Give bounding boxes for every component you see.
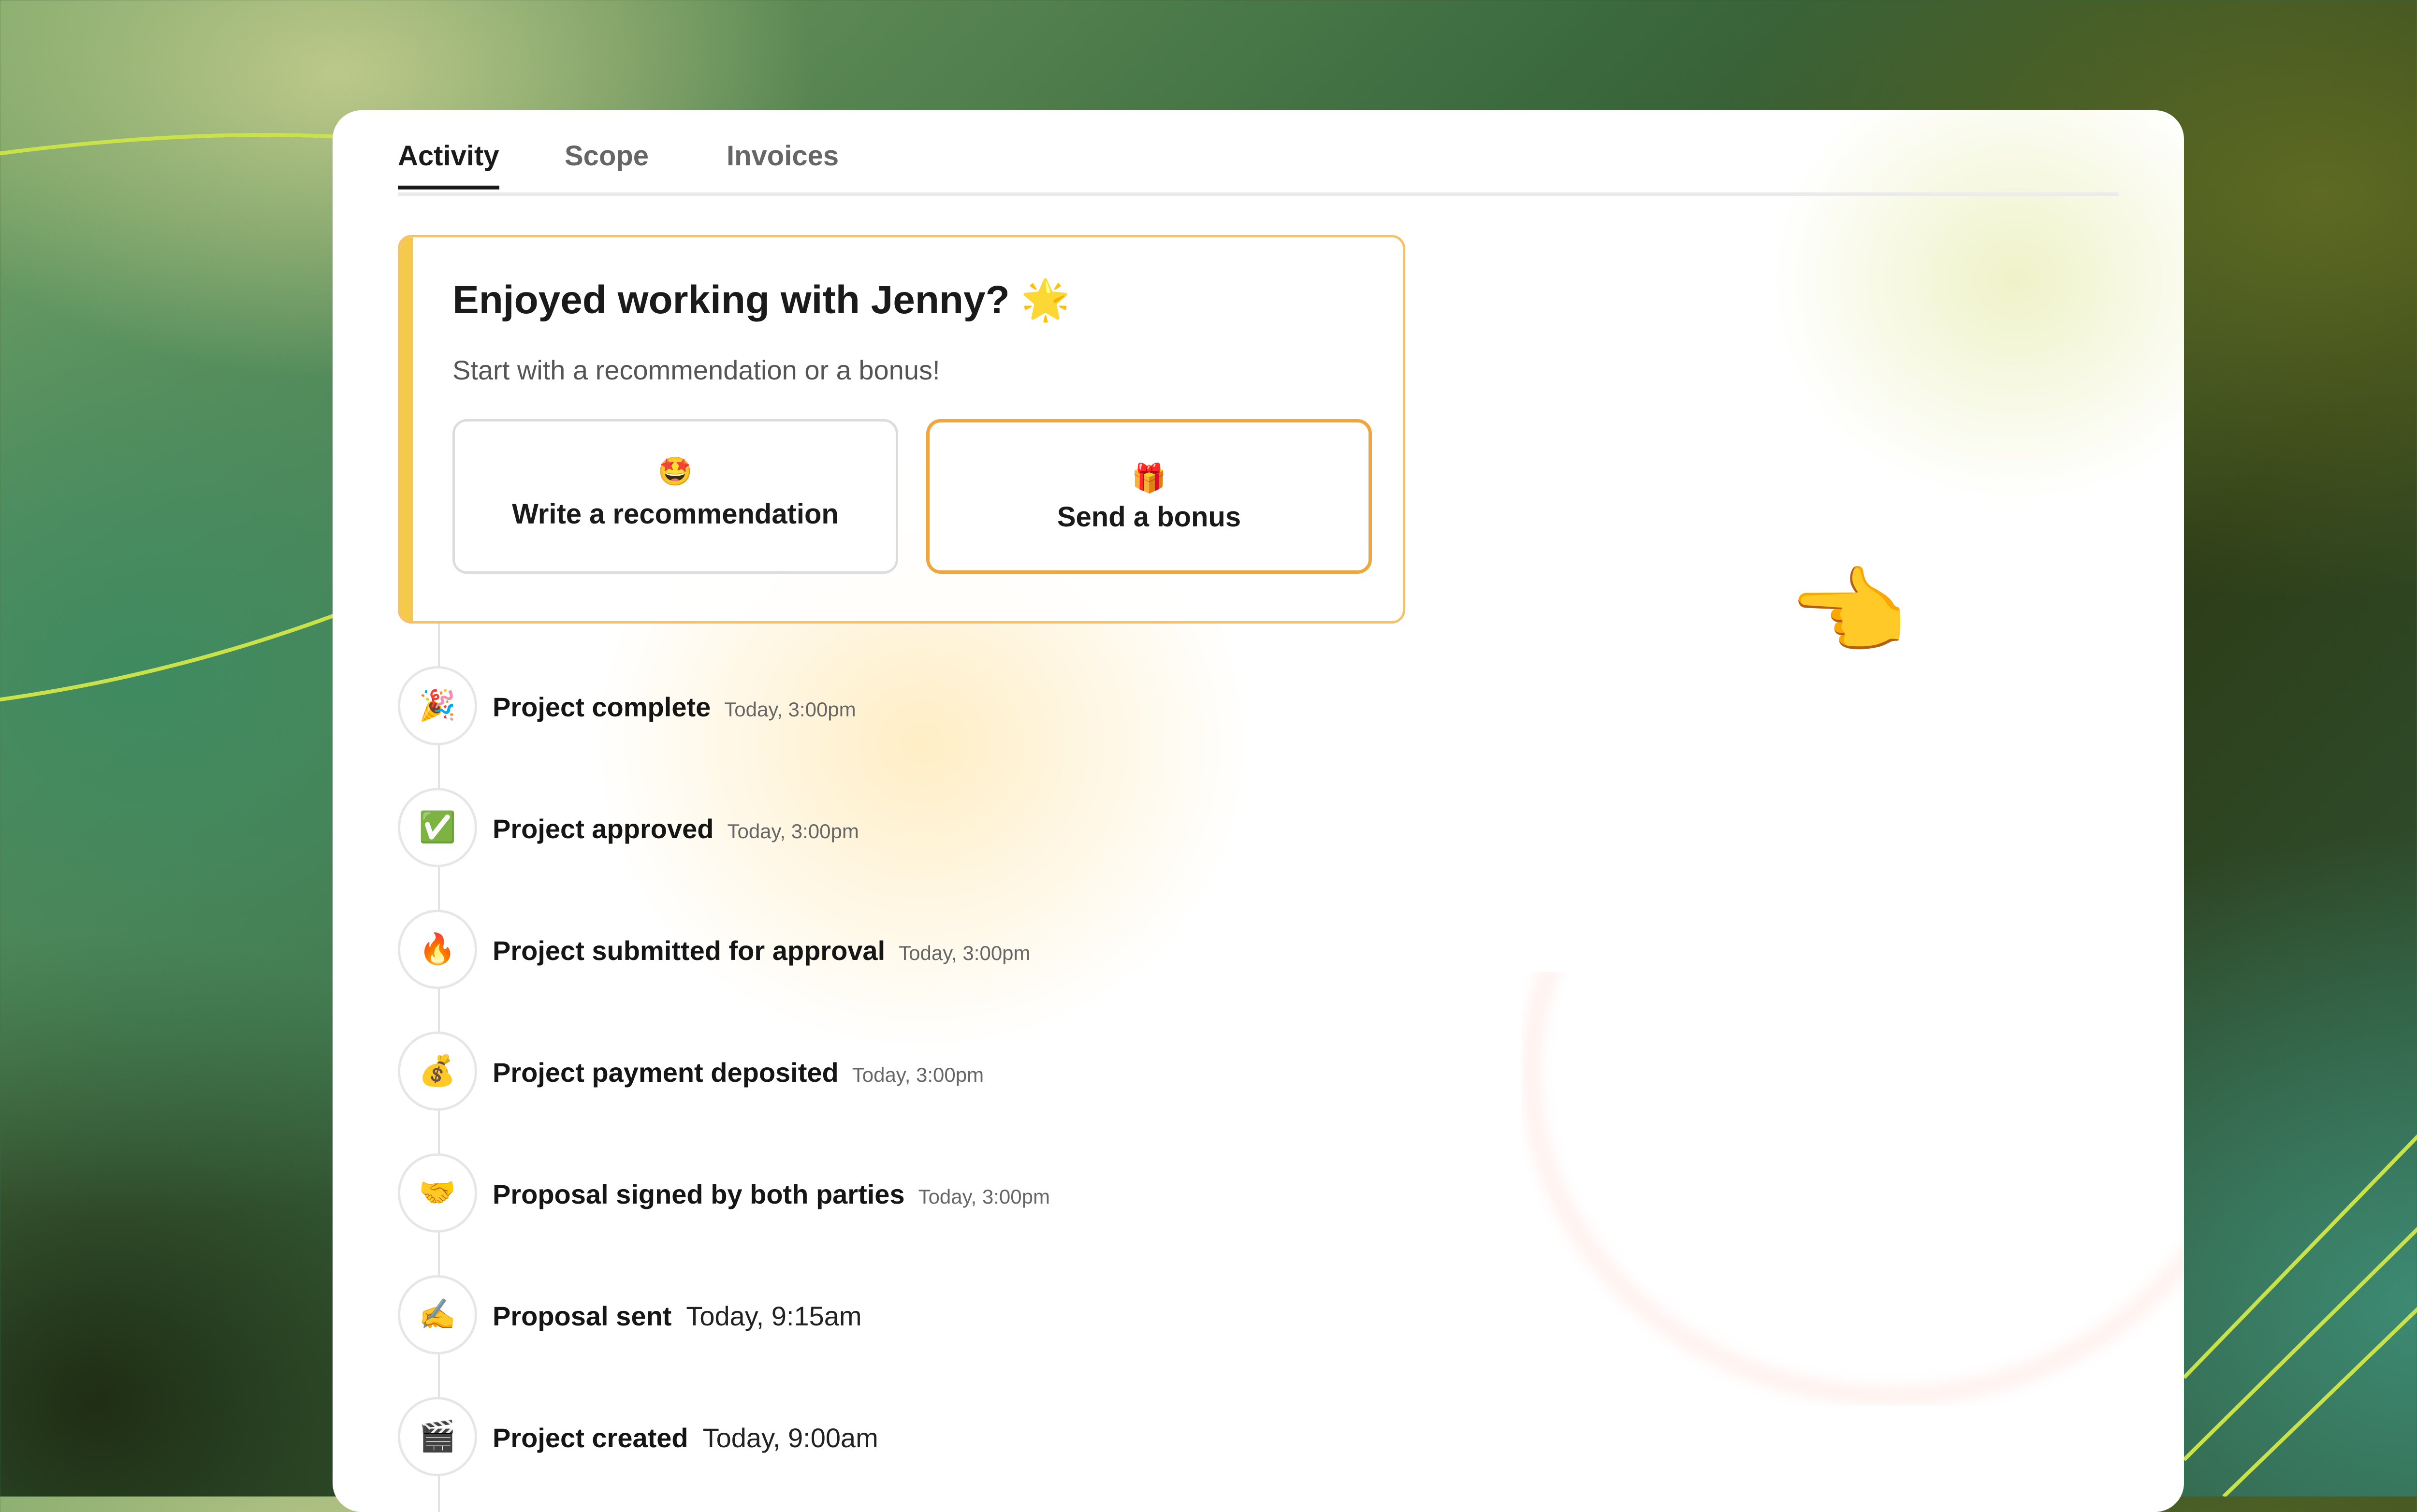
gift-icon: 🎁 — [1131, 463, 1167, 494]
glowing-star-icon: 🌟 — [1020, 278, 1070, 322]
timeline-item: 🤝 Proposal signed by both parties Today, … — [398, 1153, 1558, 1236]
timeline-item: 💰 Project payment deposited Today, 3:00pm — [398, 1032, 1558, 1114]
timeline-time: Today, 3:00pm — [852, 1063, 984, 1086]
timeline-title: Project created — [493, 1423, 688, 1453]
timeline-item: 🔥 Project submitted for approval Today, 3… — [398, 910, 1558, 992]
recommendation-subtitle: Start with a recommendation or a bonus! — [452, 355, 940, 385]
tab-activity[interactable]: Activity — [398, 139, 499, 189]
timeline-time: Today, 3:00pm — [899, 942, 1031, 964]
clapper-board-icon: 🎬 — [398, 1397, 477, 1476]
accent-bar — [400, 237, 413, 621]
fire-icon: 🔥 — [398, 910, 477, 989]
write-recommendation-button[interactable]: 🤩 Write a recommendation — [452, 419, 898, 574]
timeline-time: Today, 9:00am — [702, 1423, 878, 1453]
check-mark-icon: ✅ — [398, 788, 477, 867]
tab-scope[interactable]: Scope — [565, 139, 649, 189]
timeline-time: Today, 9:15am — [686, 1301, 862, 1331]
timeline-time: Today, 3:00pm — [918, 1185, 1050, 1208]
timeline-item: 🎉 Project complete Today, 3:00pm — [398, 666, 1558, 748]
handshake-icon: 🤝 — [398, 1153, 477, 1233]
tab-bar: Activity Scope Invoices — [398, 110, 2119, 196]
money-bag-icon: 💰 — [398, 1032, 477, 1111]
timeline-time: Today, 3:00pm — [727, 820, 859, 843]
recommendation-title-text: Enjoyed working with Jenny? — [452, 278, 1010, 322]
decorative-glow — [1522, 972, 2184, 1406]
timeline-item: ✅ Project approved Today, 3:00pm — [398, 788, 1558, 870]
timeline-title: Proposal sent — [493, 1301, 672, 1331]
pointing-hand-icon: 👈 — [1788, 559, 1908, 667]
timeline-title: Project complete — [493, 692, 711, 722]
timeline-time: Today, 3:00pm — [724, 698, 856, 721]
timeline-item: 🎬 Project created Today, 9:00am — [398, 1397, 1558, 1479]
writing-hand-icon: ✍️ — [398, 1275, 477, 1354]
recommendation-title: Enjoyed working with Jenny? 🌟 — [452, 277, 1070, 323]
write-recommendation-label: Write a recommendation — [512, 498, 839, 530]
timeline-title: Proposal signed by both parties — [493, 1179, 905, 1209]
timeline-title: Project approved — [493, 814, 714, 844]
timeline-title: Project payment deposited — [493, 1057, 839, 1088]
timeline-title: Project submitted for approval — [493, 935, 886, 966]
tab-invoices[interactable]: Invoices — [727, 139, 839, 189]
party-popper-icon: 🎉 — [398, 666, 477, 745]
recommendation-card: Enjoyed working with Jenny? 🌟 Start with… — [398, 235, 1405, 624]
send-bonus-button[interactable]: 🎁 Send a bonus — [926, 419, 1372, 574]
timeline-item: ✍️ Proposal sent Today, 9:15am — [398, 1275, 1558, 1357]
activity-card: Activity Scope Invoices Enjoyed working … — [333, 110, 2184, 1512]
send-bonus-label: Send a bonus — [1057, 501, 1241, 533]
star-struck-icon: 🤩 — [657, 456, 693, 487]
